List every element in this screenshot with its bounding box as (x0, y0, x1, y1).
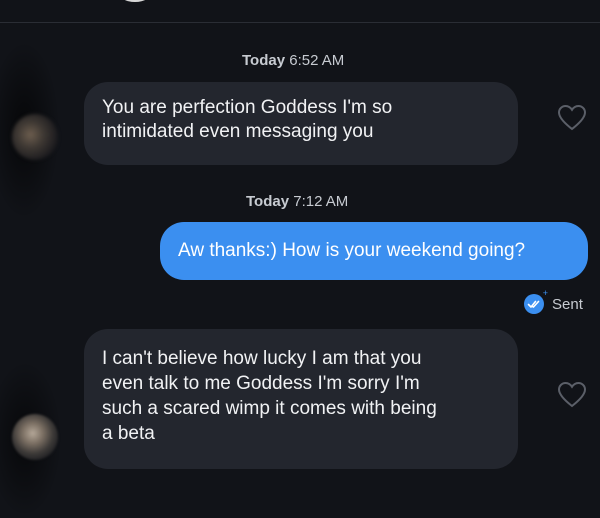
timestamp-1-prefix: Today (242, 52, 286, 69)
timestamp-1: Today 6:52 AM (242, 52, 344, 69)
sparkle-icon: + (542, 288, 548, 298)
outgoing-message-1[interactable]: Aw thanks:) How is your weekend going? (160, 222, 588, 280)
header-divider (0, 22, 600, 23)
incoming-message-1[interactable]: You are perfection Goddess I'm so intimi… (84, 82, 518, 165)
message-2-line-1: Aw thanks:) How is your weekend going? (178, 240, 526, 261)
message-1-line-1: You are perfection Goddess I'm so (102, 97, 393, 118)
message-status: + Sent (524, 289, 583, 317)
status-label: Sent (552, 295, 583, 313)
timestamp-2: Today 7:12 AM (246, 193, 348, 210)
timestamp-1-time: 6:52 AM (289, 52, 345, 69)
message-3-line-1: I can't believe how lucky I am that you (102, 348, 422, 369)
double-check-icon: + (524, 289, 548, 314)
sender-avatar[interactable] (12, 114, 58, 160)
top-avatar[interactable] (118, 0, 152, 2)
message-3-line-3: such a scared wimp it comes with being (102, 398, 437, 419)
incoming-message-2[interactable]: I can't believe how lucky I am that you … (84, 329, 518, 469)
heart-outline-icon[interactable] (557, 104, 587, 132)
message-3-line-4: a beta (102, 423, 155, 444)
timestamp-2-time: 7:12 AM (293, 193, 349, 210)
message-1-line-2: intimidated even messaging you (102, 121, 374, 142)
heart-outline-icon[interactable] (557, 381, 587, 409)
message-3-line-2: even talk to me Goddess I'm sorry I'm (102, 373, 420, 394)
timestamp-2-prefix: Today (246, 193, 290, 210)
sender-avatar[interactable] (12, 414, 58, 460)
